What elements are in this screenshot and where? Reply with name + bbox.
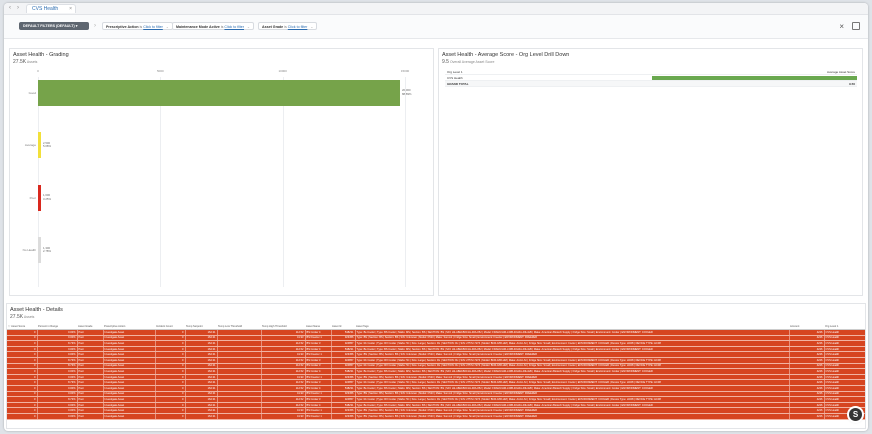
back-icon[interactable]: ‹ bbox=[7, 5, 13, 11]
score-value: 9.5 bbox=[442, 59, 449, 65]
category-label: Average bbox=[24, 143, 36, 148]
x-tick-label: 0 bbox=[37, 69, 39, 73]
details-panel: Asset Health - Details 27.5K Assets ↑↑ A… bbox=[6, 303, 866, 429]
category-label: Poor bbox=[29, 195, 36, 200]
grading-title: Asset Health - Grading bbox=[13, 52, 69, 58]
bar-poor[interactable] bbox=[38, 184, 41, 211]
x-tick-label: 5000 bbox=[156, 69, 164, 73]
table-cell: Investigate Asset bbox=[103, 413, 156, 420]
bar-good[interactable] bbox=[38, 79, 400, 106]
forward-icon[interactable]: › bbox=[15, 5, 21, 11]
tab-cvs-health[interactable]: CVS Health × bbox=[26, 4, 76, 13]
filter-value[interactable]: Click to filter bbox=[143, 25, 163, 29]
percent-label: 5.08% bbox=[43, 144, 51, 149]
close-filters-icon[interactable]: × bbox=[839, 22, 844, 31]
table-cell: 0.00% bbox=[37, 413, 78, 420]
grand-total-value: 9.50 bbox=[849, 81, 855, 86]
table-cell: Poor bbox=[77, 413, 104, 420]
details-title: Asset Health - Details bbox=[10, 307, 63, 313]
data-label: 1,300 2.78% bbox=[43, 246, 51, 254]
tab-bar: ‹ › CVS Health × bbox=[4, 3, 868, 15]
table-row: GRAND TOTAL 9.50 bbox=[445, 81, 857, 87]
close-icon[interactable]: × bbox=[69, 6, 72, 12]
column-header[interactable]: Average Asset Score bbox=[827, 70, 855, 74]
gridline bbox=[282, 77, 284, 287]
count-unit: Assets bbox=[23, 315, 35, 319]
grand-total-label: GRAND TOTAL bbox=[447, 81, 469, 86]
chevron-right-icon: › bbox=[94, 23, 96, 29]
table-cell: 4226 bbox=[789, 413, 825, 420]
filter-value[interactable]: Click to filter bbox=[224, 25, 244, 29]
filter-prescriptive-action[interactable]: Prescriptive Action is Click to filter ⌄ bbox=[102, 22, 173, 30]
category-label: Good bbox=[28, 90, 36, 95]
filter-operator: is bbox=[284, 25, 287, 29]
share-icon[interactable] bbox=[852, 22, 860, 30]
x-tick-label: 10000 bbox=[278, 69, 287, 73]
count-unit: Assets bbox=[26, 60, 38, 64]
table-cell: 0 bbox=[7, 413, 38, 420]
filter-bar: DEFAULT FILTERS (DEFAULT) ▾ › Prescripti… bbox=[4, 15, 868, 39]
drilldown-table: Org Level 1 Average Asset Score CVS Heal… bbox=[445, 69, 857, 87]
table-cell bbox=[217, 413, 262, 420]
assistant-button[interactable]: S bbox=[849, 408, 862, 421]
default-filters-button[interactable]: DEFAULT FILTERS (DEFAULT) ▾ bbox=[19, 22, 89, 30]
drilldown-panel: Asset Health - Average Score - Org Level… bbox=[438, 48, 863, 296]
filter-operator: is bbox=[139, 25, 143, 29]
filter-label: Maintenance Mode Active bbox=[176, 25, 220, 29]
table-cell: BS Freezer 1 bbox=[305, 413, 332, 420]
table-cell: 162.31 bbox=[185, 413, 218, 420]
filter-label: Prescriptive Action bbox=[106, 25, 139, 29]
drilldown-title: Asset Health - Average Score - Org Level… bbox=[442, 52, 570, 58]
bar-average[interactable] bbox=[38, 132, 41, 159]
bar-no-health[interactable] bbox=[38, 237, 41, 264]
percent-label: 2.78% bbox=[43, 249, 51, 254]
table-cell: 0 bbox=[155, 413, 186, 420]
data-label: 20,000 88.89% bbox=[402, 88, 412, 96]
chevron-down-icon: ⌄ bbox=[310, 25, 314, 29]
table-cell: Type: BS | Section: BS | Section: BS | S… bbox=[355, 413, 790, 420]
count-value: 27.5K bbox=[13, 59, 27, 65]
filter-maintenance-mode[interactable]: Maintenance Mode Active is Click to filt… bbox=[172, 22, 255, 30]
chevron-down-icon: ⌄ bbox=[247, 25, 251, 29]
x-tick-label: 15000 bbox=[400, 69, 410, 73]
filter-label: Asset Grade bbox=[262, 25, 284, 29]
details-count: 27.5K Assets bbox=[10, 314, 34, 320]
table-cell: 323456 bbox=[331, 413, 356, 420]
data-label: 1,600 3.25% bbox=[43, 193, 51, 201]
table-cell: 41.93 bbox=[261, 413, 306, 420]
percent-label: 3.25% bbox=[43, 196, 51, 201]
filter-asset-grade[interactable]: Asset Grade is Click to filter ⌄ bbox=[258, 22, 318, 30]
org-name: CVS Health bbox=[447, 75, 463, 80]
grading-panel: Asset Health - Grading 27.5K Assets 0 500… bbox=[9, 48, 434, 296]
details-table: ↑↑ Asset Score Percent in Range Asset Grad… bbox=[7, 324, 865, 420]
count-value: 27.5K bbox=[10, 314, 24, 320]
percent-label: 88.89% bbox=[402, 91, 412, 96]
data-label: 2,500 5.08% bbox=[43, 141, 51, 149]
grading-count: 27.5K Assets bbox=[13, 59, 37, 65]
filter-value[interactable]: Click to filter bbox=[288, 25, 308, 29]
drilldown-score: 9.5 Overall Average Asset Score bbox=[442, 59, 494, 65]
table-body: 0 0.00% Poor Investigate Asset 0 162.31 112.52… bbox=[7, 329, 865, 420]
browser-window: ‹ › CVS Health × DEFAULT FILTERS (DEFAUL… bbox=[4, 3, 868, 431]
gridline bbox=[405, 77, 406, 287]
chevron-down-icon: ⌄ bbox=[165, 25, 169, 29]
score-label: Overall Average Asset Score bbox=[449, 60, 495, 64]
tab-title: CVS Health bbox=[32, 6, 59, 12]
gridline bbox=[160, 77, 162, 287]
column-header[interactable]: Org Level 1 bbox=[447, 70, 463, 74]
table-row[interactable]: 0 0.00% Poor Investigate Asset 0 162.31 41.93 B… bbox=[7, 413, 865, 420]
score-bar bbox=[652, 75, 857, 80]
category-label: No Health bbox=[22, 248, 36, 253]
